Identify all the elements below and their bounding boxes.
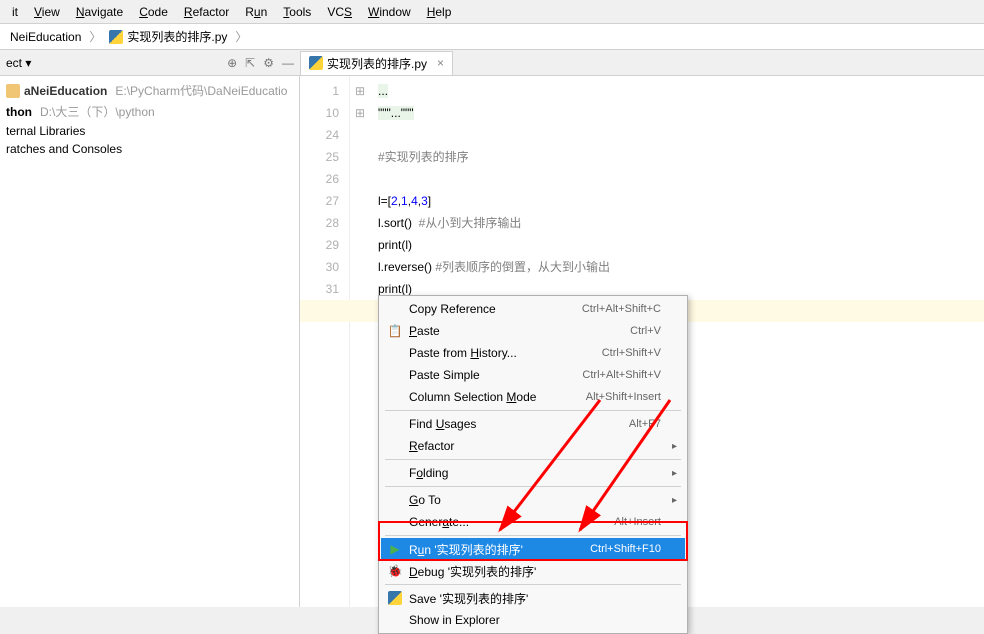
ctx-separator (385, 459, 681, 460)
ctx-separator (385, 584, 681, 585)
project-dropdown[interactable]: ect (6, 56, 31, 70)
target-icon[interactable] (227, 56, 237, 70)
fold-marker-icon[interactable]: ⊞ (350, 80, 370, 102)
menu-navigate[interactable]: Navigate (68, 3, 131, 21)
tree-item[interactable]: thon D:\大三（下）\python (0, 101, 299, 122)
menu-view[interactable]: View (26, 3, 68, 21)
project-header: ect — (0, 56, 300, 70)
menu-vcs[interactable]: VCS (319, 3, 360, 21)
debug-icon: 🐞 (387, 563, 403, 579)
tree-item-path: D:\大三（下）\python (40, 103, 155, 120)
ctx-copy-reference[interactable]: Copy ReferenceCtrl+Alt+Shift+C (381, 298, 685, 320)
ctx-goto[interactable]: Go To▸ (381, 489, 685, 511)
ctx-separator (385, 410, 681, 411)
tree-item-label: ratches and Consoles (6, 142, 122, 156)
breadcrumb-separator: 〉 (89, 28, 101, 45)
fold-column: ⊞ ⊞ (350, 76, 370, 607)
ctx-separator (385, 486, 681, 487)
tree-item-label: thon (6, 105, 32, 119)
ctx-debug[interactable]: 🐞 Debug '实现列表的排序' (381, 560, 685, 582)
breadcrumb-file-label: 实现列表的排序.py (127, 28, 227, 45)
chevron-right-icon: ▸ (672, 468, 677, 479)
fold-marker-icon[interactable]: ⊞ (350, 102, 370, 124)
run-icon: ▶ (387, 541, 403, 557)
ctx-refactor[interactable]: Refactor▸ (381, 435, 685, 457)
gear-icon[interactable] (263, 56, 274, 70)
tree-item[interactable]: ratches and Consoles (0, 140, 299, 158)
chevron-down-icon (25, 56, 31, 70)
ctx-paste-history[interactable]: Paste from History...Ctrl+Shift+V (381, 342, 685, 364)
menu-tools[interactable]: Tools (275, 3, 319, 21)
close-icon[interactable]: × (437, 56, 444, 70)
collapse-icon[interactable] (245, 56, 255, 70)
menu-window[interactable]: Window (360, 3, 419, 21)
ctx-folding[interactable]: Folding▸ (381, 462, 685, 484)
ctx-show-explorer[interactable]: Show in Explorer (381, 609, 685, 631)
chevron-right-icon: ▸ (672, 441, 677, 452)
ctx-column-selection[interactable]: Column Selection ModeAlt+Shift+Insert (381, 386, 685, 408)
tree-root-path: E:\PyCharm代码\DaNeiEducatio (115, 82, 287, 99)
menu-refactor[interactable]: Refactor (176, 3, 237, 21)
tree-item-label: ternal Libraries (6, 124, 85, 138)
line-gutter: 1 10 24 25 26 27 28 29 30 31 32 (300, 76, 350, 607)
project-tree[interactable]: aNeiEducation E:\PyCharm代码\DaNeiEducatio… (0, 76, 300, 607)
tree-root[interactable]: aNeiEducation E:\PyCharm代码\DaNeiEducatio (0, 80, 299, 101)
paste-icon: 📋 (387, 323, 403, 339)
chevron-right-icon: ▸ (672, 495, 677, 506)
toolbar-row: ect — 实现列表的排序.py × (0, 50, 984, 76)
ctx-separator (385, 535, 681, 536)
breadcrumb-bar: NeiEducation 〉 实现列表的排序.py 〉 (0, 24, 984, 50)
project-toolbar-icons: — (227, 56, 294, 70)
breadcrumb-separator-end: 〉 (235, 28, 247, 45)
ctx-generate[interactable]: Generate...Alt+Insert (381, 511, 685, 533)
menu-run[interactable]: Run (237, 3, 275, 21)
ctx-paste[interactable]: 📋 PasteCtrl+V (381, 320, 685, 342)
tree-root-label: aNeiEducation (24, 84, 107, 98)
tree-item[interactable]: ternal Libraries (0, 122, 299, 140)
hide-icon[interactable]: — (282, 56, 294, 70)
ctx-paste-simple[interactable]: Paste SimpleCtrl+Alt+Shift+V (381, 364, 685, 386)
ctx-run[interactable]: ▶ Run '实现列表的排序'Ctrl+Shift+F10 (381, 538, 685, 560)
menu-help[interactable]: Help (419, 3, 460, 21)
editor-tab-active[interactable]: 实现列表的排序.py × (300, 51, 453, 75)
breadcrumb-folder-label: NeiEducation (10, 30, 81, 44)
python-file-icon (387, 590, 403, 606)
menu-code[interactable]: Code (131, 3, 176, 21)
tab-label: 实现列表的排序.py (327, 55, 427, 72)
main-menubar: it View Navigate Code Refactor Run Tools… (0, 0, 984, 24)
python-file-icon (109, 30, 123, 44)
editor-tabs: 实现列表的排序.py × (300, 51, 453, 75)
breadcrumb-folder[interactable]: NeiEducation (4, 30, 87, 44)
python-file-icon (309, 56, 323, 70)
editor-context-menu: Copy ReferenceCtrl+Alt+Shift+C 📋 PasteCt… (378, 295, 688, 634)
breadcrumb-file[interactable]: 实现列表的排序.py (103, 28, 233, 45)
menu-edit[interactable]: it (4, 3, 26, 21)
ctx-find-usages[interactable]: Find UsagesAlt+F7 (381, 413, 685, 435)
ctx-save[interactable]: Save '实现列表的排序' (381, 587, 685, 609)
folder-icon (6, 84, 20, 98)
